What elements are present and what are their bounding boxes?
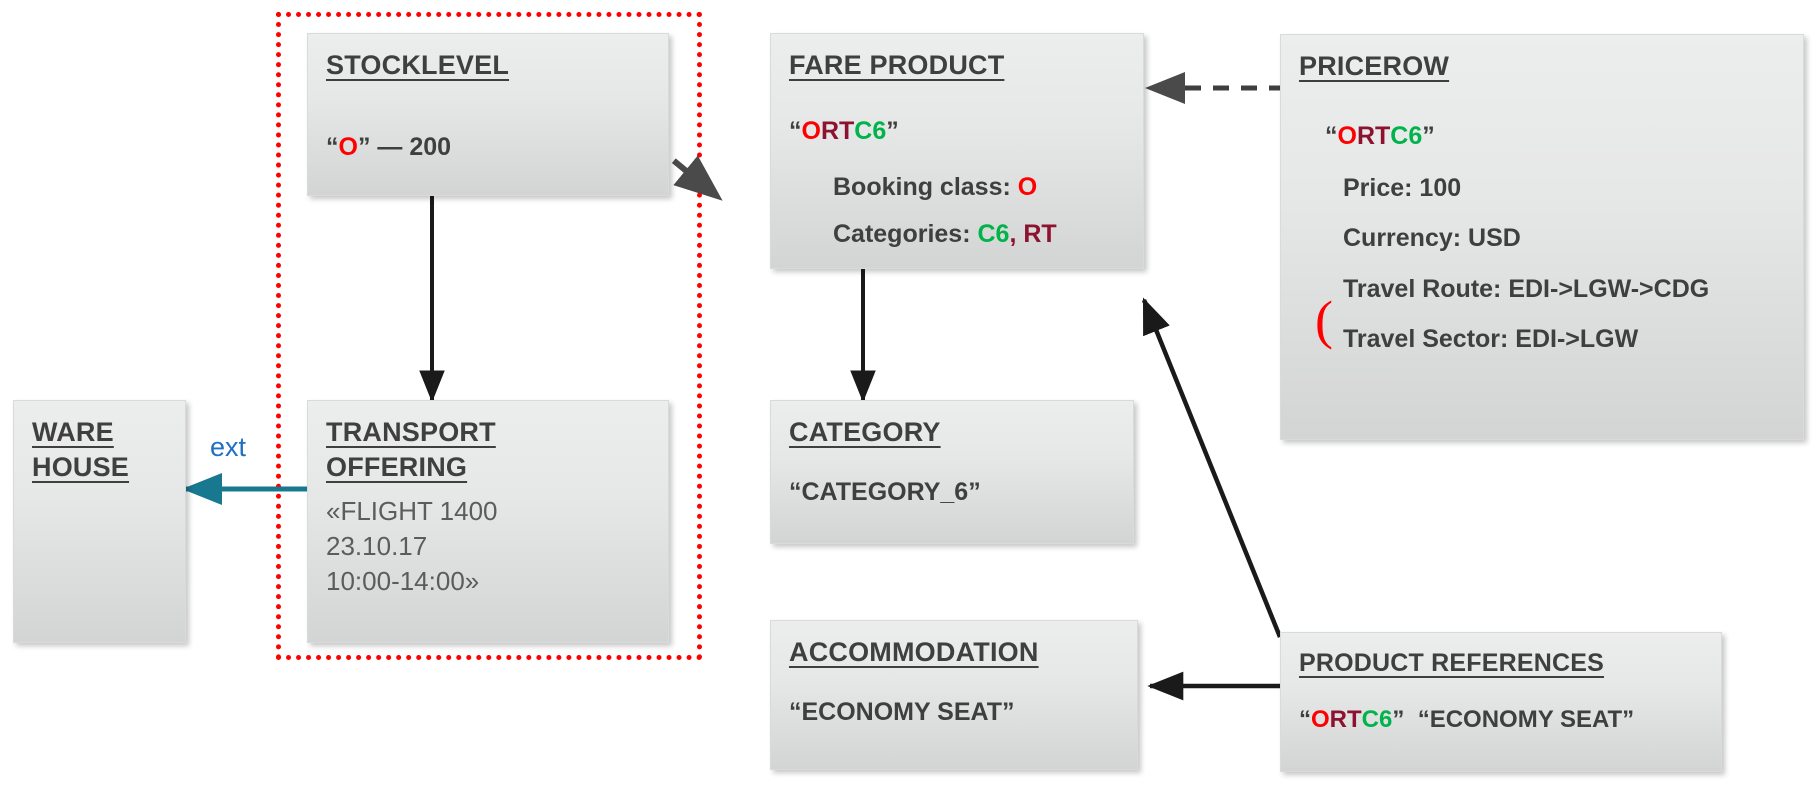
accommodation-title: ACCOMMODATION [789,637,1039,667]
fare-product-booking-class: Booking class: O [789,171,1125,205]
stocklevel-code: O [338,133,358,162]
code-segment-rt: RT [820,117,855,146]
entity-box-pricerow[interactable]: PRICEROW “ORTC6” Price: 100 Currency: US… [1280,34,1804,440]
red-paren-annotation: ( [1315,290,1333,350]
categories-value-c6: C6 [977,220,1010,249]
quote-open: “ [789,117,802,146]
code-segment-o: O [1311,705,1330,733]
categories-label: Categories: [833,220,978,249]
fare-product-title: FARE PRODUCT [789,50,1005,80]
diagram-canvas: WARE HOUSE STOCKLEVEL “O” — 200 TRANSPOR… [0,0,1817,801]
transport-offering-title-line2: OFFERING [326,451,468,482]
warehouse-title-line1: WARE [32,417,114,447]
booking-class-label: Booking class: [833,172,1018,201]
code-segment-rt: RT [1329,705,1362,733]
warehouse-title-line2: HOUSE [32,452,130,483]
transport-offering-time: 10:00-14:00» [326,565,480,596]
stocklevel-title: STOCKLEVEL [326,50,510,80]
category-value: “CATEGORY_6” [789,478,981,507]
entity-box-category[interactable]: CATEGORY “CATEGORY_6” [770,400,1134,544]
transport-offering-details: «FLIGHT 1400 23.10.17 10:00-14:00» [326,494,650,598]
categories-value-rt: RT [1023,220,1057,249]
code-segment-o: O [801,117,821,146]
categories-separator: , [1009,220,1024,249]
transport-offering-date: 23.10.17 [326,530,428,561]
category-title: CATEGORY [789,417,941,447]
pricerow-price: Price: 100 [1343,173,1462,202]
transport-offering-flight: «FLIGHT 1400 [326,496,498,527]
quote-open: “ [326,133,339,162]
accommodation-value: “ECONOMY SEAT” [789,698,1015,727]
product-references-values: “ORTC6” “ECONOMY SEAT” [1299,704,1703,736]
entity-box-accommodation[interactable]: ACCOMMODATION “ECONOMY SEAT” [770,620,1138,770]
entity-box-warehouse[interactable]: WARE HOUSE [13,400,186,643]
fare-product-code: “ORTC6” [789,115,1125,149]
product-references-accommodation: “ECONOMY SEAT” [1404,705,1635,733]
code-segment-o: O [1337,122,1357,151]
pricerow-title: PRICEROW [1299,51,1450,81]
code-segment-c6: C6 [854,117,887,146]
ext-relationship-label: ext [210,432,247,462]
entity-box-product-references[interactable]: PRODUCT REFERENCES “ORTC6” “ECONOMY SEAT… [1280,632,1722,772]
fare-product-categories: Categories: C6, RT [789,218,1125,252]
pricerow-travel-route: Travel Route: EDI->LGW->CDG [1343,274,1710,303]
quote-close: ” [1392,705,1405,733]
quote-open: “ [1325,122,1338,151]
entity-box-fare-product[interactable]: FARE PRODUCT “ORTC6” Booking class: O Ca… [770,33,1144,269]
code-segment-c6: C6 [1390,122,1423,151]
quote-open: “ [1299,705,1311,733]
quote-close: ” [1422,122,1435,151]
connector-product-references-to-fare-product [1141,297,1283,638]
booking-class-value: O [1017,172,1038,201]
stocklevel-quantity: — 200 [370,133,452,162]
transport-offering-title: TRANSPORT OFFERING [326,415,650,484]
transport-offering-title-line1: TRANSPORT [326,417,496,447]
entity-box-transport-offering[interactable]: TRANSPORT OFFERING «FLIGHT 1400 23.10.17… [307,400,669,643]
pricerow-currency: Currency: USD [1343,224,1521,253]
warehouse-title: WARE HOUSE [32,415,167,485]
entity-box-stocklevel[interactable]: STOCKLEVEL “O” — 200 [307,33,669,196]
pricerow-travel-sector: Travel Sector: EDI->LGW [1343,325,1639,354]
code-segment-rt: RT [1356,122,1391,151]
pricerow-code: “ORTC6” [1299,120,1785,154]
quote-close: ” [357,133,371,162]
code-segment-c6: C6 [1361,705,1393,733]
product-references-title: PRODUCT REFERENCES [1299,649,1605,677]
quote-close: ” [886,117,899,146]
stocklevel-value: “O” — 200 [326,131,650,165]
